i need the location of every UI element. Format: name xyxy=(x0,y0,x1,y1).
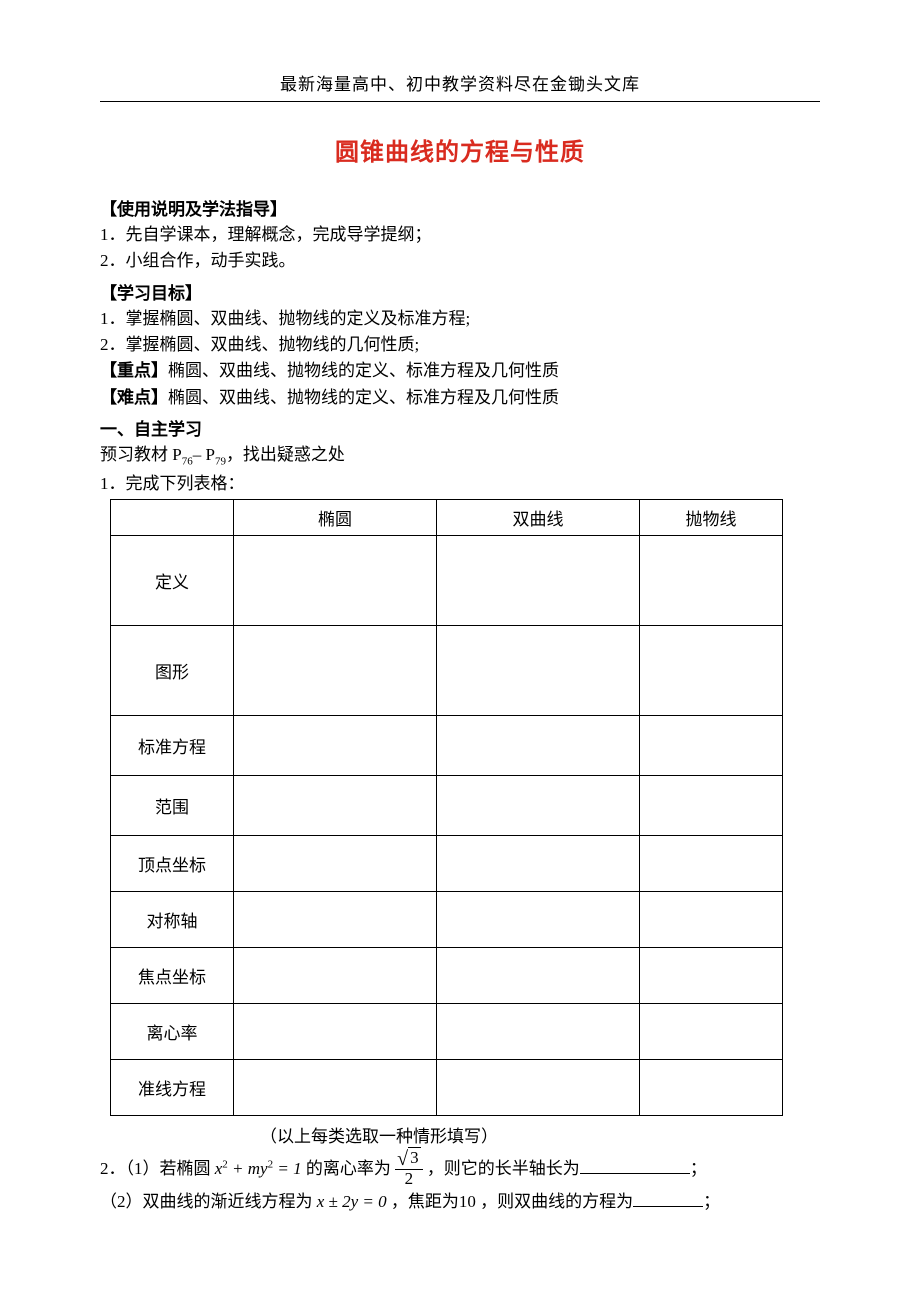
preview-text-a: 预习教材 P xyxy=(100,445,182,464)
goals-item-1: 1．掌握椭圆、双曲线、抛物线的定义及标准方程; xyxy=(100,306,820,332)
cell xyxy=(640,947,783,1003)
q2-1-semi: ； xyxy=(690,1159,707,1178)
goals-heading: 【学习目标】 xyxy=(100,279,820,304)
goals-item-2: 2．掌握椭圆、双曲线、抛物线的几何性质; xyxy=(100,332,820,358)
cell xyxy=(234,947,437,1003)
cell xyxy=(640,1059,783,1115)
table-row: 对称轴 xyxy=(111,891,783,947)
table-row: 图形 xyxy=(111,625,783,715)
fraction-sqrt3-over-2: √3 2 xyxy=(395,1149,422,1187)
table-row: 标准方程 xyxy=(111,715,783,775)
cell xyxy=(437,891,640,947)
table-caption: （以上每类选取一种情形填写） xyxy=(100,1122,820,1147)
cell xyxy=(640,835,783,891)
cell xyxy=(437,1003,640,1059)
cell xyxy=(640,715,783,775)
question-2-1: 2．（1）若椭圆 x2 + my2 = 1 的离心率为 √3 2 ，则它的长半轴… xyxy=(100,1151,820,1189)
cell xyxy=(234,835,437,891)
preview-line: 预习教材 P76– P79，找出疑惑之处 xyxy=(100,442,820,470)
table-row: 顶点坐标 xyxy=(111,835,783,891)
preview-sub-2: 79 xyxy=(215,455,226,467)
usage-heading: 【使用说明及学法指导】 xyxy=(100,195,820,220)
q2-2-tail: ，则双曲线的方程为 xyxy=(480,1192,633,1211)
table-row: 定义 xyxy=(111,535,783,625)
row-label-definition: 定义 xyxy=(111,535,234,625)
q2-1-tail: ，则它的长半轴长为 xyxy=(427,1159,580,1178)
cell xyxy=(234,1059,437,1115)
keypoint-line: 【重点】椭圆、双曲线、抛物线的定义、标准方程及几何性质 xyxy=(100,358,820,384)
answer-blank-1[interactable] xyxy=(580,1156,690,1174)
cell xyxy=(234,535,437,625)
keypoint-text: 椭圆、双曲线、抛物线的定义、标准方程及几何性质 xyxy=(168,361,559,380)
page-header: 最新海量高中、初中教学资料尽在金锄头文库 xyxy=(100,70,820,95)
usage-item-2: 2．小组合作，动手实践。 xyxy=(100,248,820,274)
preview-text-b: – P xyxy=(193,445,215,464)
selfstudy-item-1: 1．完成下列表格： xyxy=(100,471,820,497)
row-label-standard-equation: 标准方程 xyxy=(111,715,234,775)
q2-2-ten: 10 xyxy=(459,1192,476,1211)
table-row: 焦点坐标 xyxy=(111,947,783,1003)
cell xyxy=(234,775,437,835)
row-label-figure: 图形 xyxy=(111,625,234,715)
usage-item-1: 1．先自学课本，理解概念，完成导学提纲； xyxy=(100,222,820,248)
cell xyxy=(234,715,437,775)
cell xyxy=(234,625,437,715)
row-label-range: 范围 xyxy=(111,775,234,835)
q2-2-mid: ，焦距为 xyxy=(391,1192,459,1211)
document-page: 最新海量高中、初中教学资料尽在金锄头文库 圆锥曲线的方程与性质 【使用说明及学法… xyxy=(0,0,920,1300)
row-label-directrix: 准线方程 xyxy=(111,1059,234,1115)
difficulty-label: 【难点】 xyxy=(100,388,168,407)
difficulty-line: 【难点】椭圆、双曲线、抛物线的定义、标准方程及几何性质 xyxy=(100,385,820,411)
cell xyxy=(437,947,640,1003)
q2-2-equation: x ± 2y = 0 xyxy=(317,1192,387,1211)
conic-comparison-table: 椭圆 双曲线 抛物线 定义 图形 标准方程 范围 顶点坐标 对称轴 焦点坐标 离… xyxy=(110,499,783,1116)
q2-1-lead: 2．（1）若椭圆 xyxy=(100,1159,215,1178)
table-header-hyperbola: 双曲线 xyxy=(437,499,640,535)
difficulty-text: 椭圆、双曲线、抛物线的定义、标准方程及几何性质 xyxy=(168,388,559,407)
selfstudy-heading: 一、自主学习 xyxy=(100,415,820,440)
cell xyxy=(437,775,640,835)
cell xyxy=(437,625,640,715)
cell xyxy=(437,535,640,625)
question-2-2: （2）双曲线的渐近线方程为 x ± 2y = 0 ，焦距为10 ，则双曲线的方程… xyxy=(100,1189,820,1215)
preview-sub-1: 76 xyxy=(182,455,193,467)
cell xyxy=(437,715,640,775)
answer-blank-2[interactable] xyxy=(633,1189,703,1207)
document-title: 圆锥曲线的方程与性质 xyxy=(100,132,820,167)
table-corner-cell xyxy=(111,499,234,535)
keypoint-label: 【重点】 xyxy=(100,361,168,380)
cell xyxy=(640,775,783,835)
table-row: 范围 xyxy=(111,775,783,835)
table-header-ellipse: 椭圆 xyxy=(234,499,437,535)
row-label-vertex: 顶点坐标 xyxy=(111,835,234,891)
cell xyxy=(437,835,640,891)
preview-text-c: ，找出疑惑之处 xyxy=(226,445,345,464)
q2-1-mid: 的离心率为 xyxy=(306,1159,391,1178)
cell xyxy=(234,1003,437,1059)
row-label-eccentricity: 离心率 xyxy=(111,1003,234,1059)
row-label-focus: 焦点坐标 xyxy=(111,947,234,1003)
cell xyxy=(234,891,437,947)
q2-1-equation: x2 + my2 = 1 xyxy=(215,1159,302,1178)
cell xyxy=(640,625,783,715)
table-row: 离心率 xyxy=(111,1003,783,1059)
row-label-axis: 对称轴 xyxy=(111,891,234,947)
cell xyxy=(640,891,783,947)
table-header-row: 椭圆 双曲线 抛物线 xyxy=(111,499,783,535)
cell xyxy=(437,1059,640,1115)
table-row: 准线方程 xyxy=(111,1059,783,1115)
q2-2-lead: （2）双曲线的渐近线方程为 xyxy=(100,1192,313,1211)
cell xyxy=(640,1003,783,1059)
header-rule xyxy=(100,101,820,102)
q2-2-semi: ； xyxy=(703,1192,720,1211)
cell xyxy=(640,535,783,625)
table-header-parabola: 抛物线 xyxy=(640,499,783,535)
